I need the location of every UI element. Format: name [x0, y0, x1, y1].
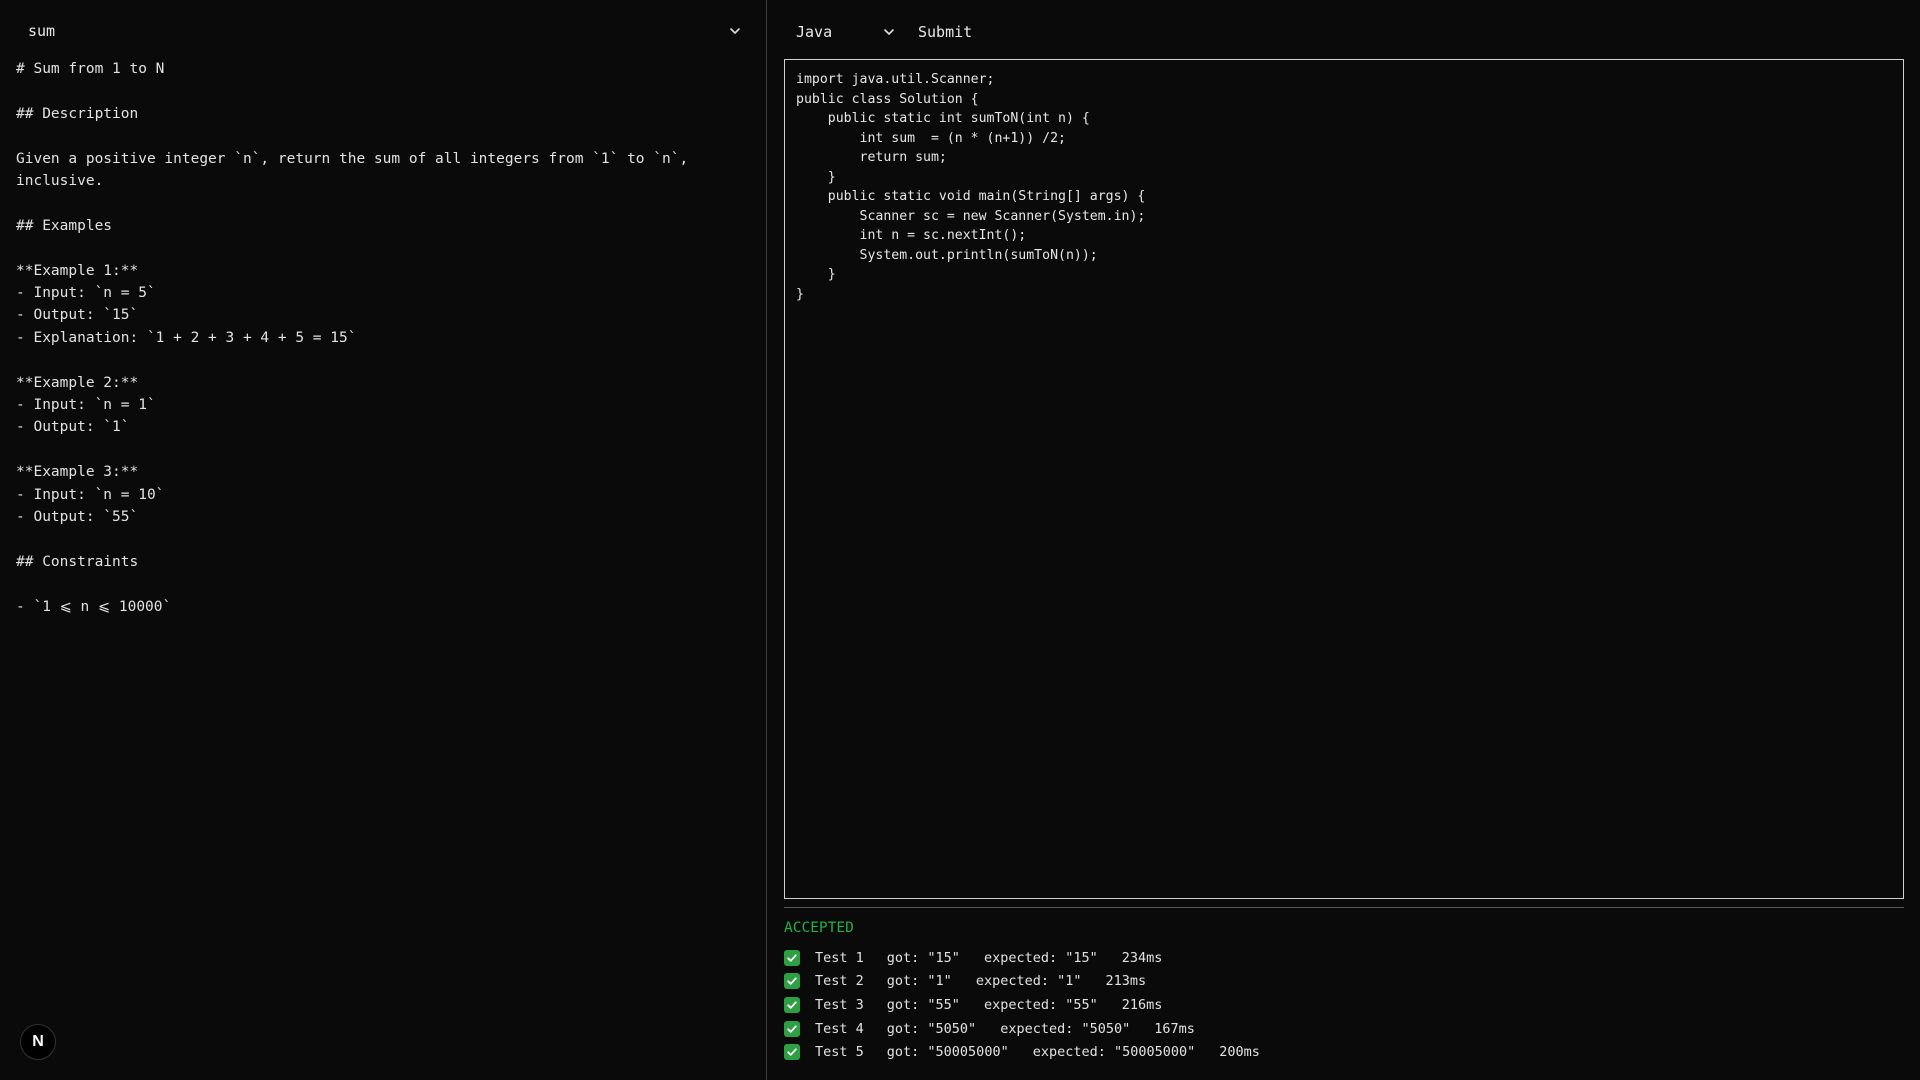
code-line: int n = sc.nextInt();: [796, 228, 1027, 243]
test-name: Test 3: [815, 996, 864, 1013]
app-root: sum # Sum from 1 to N ## Description Given…: [0, 0, 1920, 1080]
check-icon: [784, 949, 800, 966]
description-line: - Output: `15`: [16, 307, 139, 324]
test-time: 216ms: [1121, 996, 1163, 1013]
test-got: got: "15": [886, 949, 960, 966]
description-line: [16, 237, 716, 259]
test-name: Test 4: [815, 1020, 864, 1037]
test-name: Test 2: [815, 973, 864, 990]
description-line: # Sum from 1 to N: [16, 61, 165, 77]
test-expected: expected: "50005000": [1032, 1044, 1196, 1061]
nextjs-logo-icon[interactable]: N: [20, 1024, 56, 1060]
problem-select[interactable]: sum: [16, 16, 754, 46]
description-line: ## Constraints: [16, 553, 139, 570]
code-line: System.out.println(sumToN(n));: [796, 247, 1098, 263]
check-icon: [784, 996, 800, 1013]
verdict-status: ACCEPTED: [784, 920, 854, 936]
description-line: - Input: `n = 1`: [16, 397, 156, 414]
description-line: - Input: `n = 5`: [16, 285, 156, 301]
code-line: int sum = (n * (n+1)) /2;: [796, 130, 1066, 146]
code-line: return sum;: [796, 150, 947, 165]
description-line: [16, 192, 716, 214]
code-line: public class Solution {: [796, 91, 979, 107]
code-editor[interactable]: import java.util.Scanner; public class So…: [784, 59, 1904, 899]
test-result-row: Test 4 got: "5050" expected: "5050" 167ms: [784, 1017, 1904, 1041]
test-result-row: Test 1 got: "15" expected: "15" 234ms: [784, 946, 1904, 970]
description-line: [16, 125, 716, 147]
test-got: got: "50005000": [886, 1044, 1009, 1061]
description-line: [16, 573, 716, 595]
description-line: ## Examples: [16, 217, 113, 234]
language-select-value: Java: [796, 23, 833, 41]
test-got: got: "1": [886, 973, 952, 990]
test-name: Test 1: [815, 949, 864, 966]
description-line: - Output: `1`: [16, 419, 130, 436]
test-time: 200ms: [1219, 1044, 1260, 1061]
problem-panel: sum # Sum from 1 to N ## Description Given…: [0, 0, 767, 1080]
submit-button[interactable]: Submit: [914, 23, 976, 41]
description-line: [16, 439, 716, 461]
test-got: got: "5050": [886, 1020, 977, 1037]
description-line: - Output: `55`: [16, 509, 139, 526]
code-line: }: [796, 169, 836, 185]
description-line: **Example 1:**: [16, 262, 139, 279]
test-result-row: Test 5 got: "50005000" expected: "50005000…: [784, 1040, 1904, 1064]
description-line: - Explanation: `1 + 2 + 3 + 4 + 5 = 15`: [16, 329, 357, 346]
test-time: 167ms: [1154, 1020, 1195, 1037]
check-icon: [784, 1044, 800, 1061]
test-expected: expected: "15": [983, 949, 1098, 966]
description-line: inclusive.: [16, 173, 104, 189]
code-line: import java.util.Scanner;: [796, 72, 995, 87]
language-select[interactable]: Java: [784, 18, 908, 46]
test-got: got: "55": [886, 996, 960, 1013]
description-line: [16, 528, 716, 550]
test-time: 213ms: [1105, 973, 1147, 990]
description-line: [16, 349, 716, 371]
problem-description: # Sum from 1 to N ## Description Given a p…: [16, 58, 716, 618]
chevron-down-icon: [884, 29, 894, 35]
test-expected: expected: "1": [975, 973, 1082, 990]
code-line: }: [796, 286, 804, 302]
test-expected: expected: "55": [983, 996, 1098, 1013]
test-result-row: Test 3 got: "55" expected: "55" 216ms: [784, 993, 1904, 1017]
chevron-down-icon: [730, 28, 740, 34]
test-time: 234ms: [1121, 949, 1163, 966]
description-line: - `1 ⩽ n ⩽ 10000`: [16, 598, 172, 615]
editor-toolbar: Java Submit: [784, 18, 976, 46]
problem-select-value: sum: [28, 22, 56, 40]
check-icon: [784, 973, 800, 990]
check-icon: [784, 1020, 800, 1037]
description-line: ## Description: [16, 105, 139, 122]
code-line: public static int sumToN(int n) {: [796, 111, 1090, 126]
code-line: }: [796, 267, 836, 282]
code-line: Scanner sc = new Scanner(System.in);: [796, 208, 1146, 224]
description-line: Given a positive integer `n`, return the…: [16, 150, 689, 167]
test-results-list: Test 1 got: "15" expected: "15" 234ms Test 2…: [784, 946, 1904, 1064]
results-divider: [784, 907, 1904, 908]
code-line: public static void main(String[] args) {: [796, 189, 1146, 204]
description-line: **Example 2:**: [16, 374, 139, 391]
test-expected: expected: "5050": [1000, 1020, 1131, 1037]
description-line: [16, 80, 716, 102]
test-result-row: Test 2 got: "1" expected: "1" 213ms: [784, 970, 1904, 994]
editor-panel: Java Submit import java.util.Scanner; pub…: [768, 0, 1920, 1080]
logo-letter: N: [32, 1033, 44, 1050]
description-line: **Example 3:**: [16, 464, 139, 481]
test-name: Test 5: [815, 1044, 864, 1061]
description-line: - Input: `n = 10`: [16, 486, 165, 503]
